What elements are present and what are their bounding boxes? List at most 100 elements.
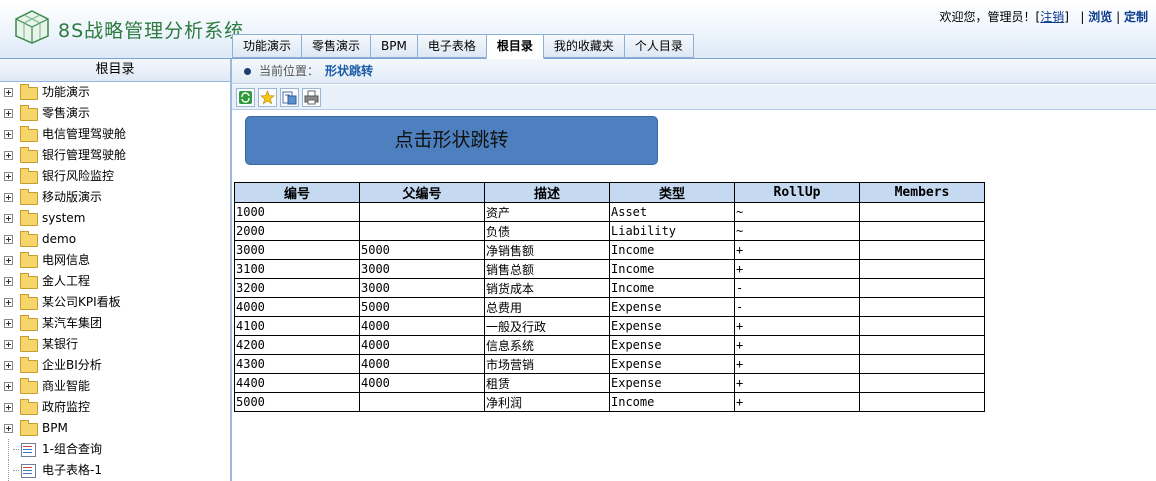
tree-item[interactable]: 某汽车集团 (0, 313, 230, 334)
expand-plus-icon[interactable] (4, 88, 13, 97)
favorite-button[interactable] (258, 88, 277, 107)
logout-link[interactable]: 注销 (1040, 10, 1064, 24)
tree-item[interactable]: 电信管理驾驶舱 (0, 124, 230, 145)
table-row: 2000 负债 Liability ~ (234, 221, 985, 241)
tree-item[interactable]: 1-组合查询 (0, 439, 230, 460)
tree-item[interactable]: BPM (0, 418, 230, 439)
tree-item[interactable]: 银行管理驾驶舱 (0, 145, 230, 166)
tree-item[interactable]: 功能演示 (0, 82, 230, 103)
column-header: 父编号 (359, 182, 485, 203)
expand-plus-icon[interactable] (4, 424, 13, 433)
expand-plus-icon[interactable] (4, 256, 13, 265)
column-header: RollUp (734, 182, 860, 203)
directory-tree: 功能演示零售演示电信管理驾驶舱银行管理驾驶舱银行风险监控移动版演示 system d… (0, 82, 230, 481)
tree-item-label: 零售演示 (42, 106, 91, 120)
customize-link[interactable]: 定制 (1124, 10, 1148, 24)
table-body: 1000 资产 Asset ~2000 负债 Liability ~3000 5000 净销售额… (234, 202, 985, 412)
expand-plus-icon[interactable] (4, 361, 13, 370)
expand-plus-icon[interactable] (4, 109, 13, 118)
table-cell: 4000 (234, 297, 360, 317)
print-button[interactable] (302, 88, 321, 107)
tree-item-label: 电信管理驾驶舱 (42, 127, 127, 141)
expand-plus-icon[interactable] (4, 151, 13, 160)
table-cell (859, 354, 985, 374)
expand-plus-icon[interactable] (4, 298, 13, 307)
tree-item-label: 某汽车集团 (42, 316, 103, 330)
expand-plus-icon[interactable] (4, 277, 13, 286)
table-cell: Asset (609, 202, 735, 222)
report-icon (21, 464, 36, 478)
tree-item[interactable]: system (0, 208, 230, 229)
folder-icon (20, 399, 38, 415)
folder-icon (20, 105, 38, 121)
jump-shape-button[interactable]: 点击形状跳转 (245, 116, 658, 165)
table-cell: 销售总额 (484, 259, 610, 279)
expand-plus-icon[interactable] (4, 172, 13, 181)
tree-item[interactable]: 移动版演示 (0, 187, 230, 208)
table-cell: 1000 (234, 202, 360, 222)
tree-item-label: 功能演示 (42, 85, 91, 99)
table-cell (859, 392, 985, 412)
table-cell: 4000 (359, 335, 485, 355)
tree-item[interactable]: 某公司KPI看板 (0, 292, 230, 313)
export-button[interactable] (280, 88, 299, 107)
tree-item[interactable]: 政府监控 (0, 397, 230, 418)
tree-item[interactable]: 零售演示 (0, 103, 230, 124)
table-cell: 4000 (359, 354, 485, 374)
tree-item[interactable]: 电网信息 (0, 250, 230, 271)
tab-personal-directory[interactable]: 个人目录 (623, 34, 694, 58)
tab-my-favorites[interactable]: 我的收藏夹 (542, 34, 625, 58)
separator: | (1080, 10, 1085, 24)
tab-root-directory[interactable]: 根目录 (485, 34, 544, 59)
tree-item[interactable]: 金人工程 (0, 271, 230, 292)
expand-plus-icon[interactable] (4, 340, 13, 349)
tab-retail-demo[interactable]: 零售演示 (301, 34, 372, 58)
table-cell: - (734, 278, 860, 298)
table-cell: 5000 (359, 240, 485, 260)
folder-icon (20, 210, 38, 226)
table-cell: + (734, 354, 860, 374)
toolbar (232, 85, 1156, 110)
tree-item-label: 银行风险监控 (42, 169, 115, 183)
breadcrumb: 当前位置： 形状跳转 (232, 59, 1156, 84)
table-header-row: 编号 父编号 描述 类型 RollUp Members (234, 182, 985, 203)
tab-spreadsheet[interactable]: 电子表格 (416, 34, 487, 58)
table-cell (859, 259, 985, 279)
table-cell: 4300 (234, 354, 360, 374)
folder-icon (20, 126, 38, 142)
refresh-button[interactable] (236, 88, 255, 107)
favorite-star-icon (260, 90, 275, 105)
expand-plus-icon[interactable] (4, 403, 13, 412)
table-row: 4300 4000 市场营销 Expense + (234, 354, 985, 374)
folder-icon (20, 147, 38, 163)
tree-item[interactable]: 电子表格-1 (0, 460, 230, 481)
table-cell: + (734, 373, 860, 393)
table-cell: 总费用 (484, 297, 610, 317)
expand-plus-icon[interactable] (4, 214, 13, 223)
table-row: 4000 5000 总费用 Expense - (234, 297, 985, 317)
expand-plus-icon[interactable] (4, 130, 13, 139)
tab-bpm[interactable]: BPM (370, 34, 418, 58)
expand-plus-icon[interactable] (4, 382, 13, 391)
tree-item[interactable]: demo (0, 229, 230, 250)
table-cell: 市场营销 (484, 354, 610, 374)
tree-item[interactable]: 企业BI分析 (0, 355, 230, 376)
main-content: 当前位置： 形状跳转 点击形状跳转 编号 父编号 描述 类型 RollUp Me… (232, 59, 1156, 481)
browse-link[interactable]: 浏览 (1088, 10, 1112, 24)
table-cell: Income (609, 278, 735, 298)
table-cell: 销货成本 (484, 278, 610, 298)
table-row: 3200 3000 销货成本 Income - (234, 278, 985, 298)
expand-plus-icon[interactable] (4, 319, 13, 328)
expand-plus-icon[interactable] (4, 235, 13, 244)
table-cell: 负债 (484, 221, 610, 241)
tree-item[interactable]: 商业智能 (0, 376, 230, 397)
export-icon (282, 91, 297, 105)
tree-item[interactable]: 银行风险监控 (0, 166, 230, 187)
tree-item[interactable]: 某银行 (0, 334, 230, 355)
table-cell (859, 278, 985, 298)
expand-plus-icon[interactable] (4, 193, 13, 202)
folder-icon (20, 315, 38, 331)
app-title: 8S战略管理分析系统 (58, 20, 245, 42)
table-cell: 3200 (234, 278, 360, 298)
tab-function-demo[interactable]: 功能演示 (232, 34, 303, 58)
